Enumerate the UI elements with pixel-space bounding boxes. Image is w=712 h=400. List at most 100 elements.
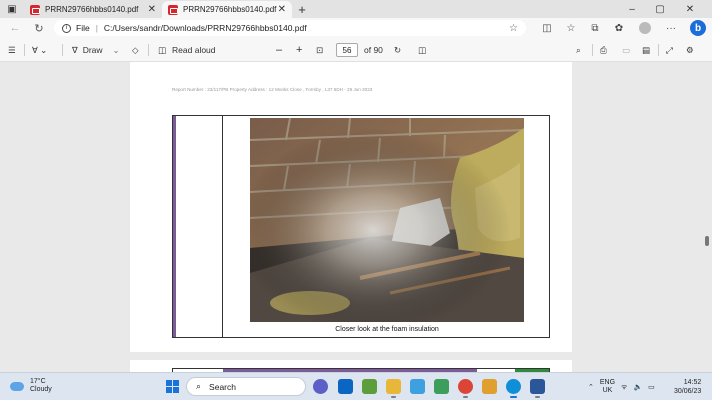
photo-image (250, 118, 524, 322)
url-text: C:/Users/sandr/Downloads/PRRN29766hbbs01… (103, 23, 307, 33)
chevron-down-icon[interactable]: ⌄ (113, 45, 120, 56)
photo-table: Closer look at the foam insulation (172, 115, 550, 338)
document-viewport[interactable]: Report Number : 23/117/PB Property Addre… (0, 62, 700, 372)
divider (592, 44, 593, 56)
read-aloud-label: Read aloud (172, 45, 216, 55)
windows-start-icon[interactable] (166, 380, 179, 393)
new-tab-button[interactable]: + (292, 0, 312, 18)
divider (148, 44, 149, 56)
maximize-button[interactable]: ▢ (646, 0, 674, 18)
draw-button[interactable]: ∇ Draw ⌄ (72, 43, 120, 57)
tab-label: PRRN29766hbbs0140.pdf (183, 5, 277, 14)
search-label: Search (209, 381, 236, 392)
refresh-icon[interactable]: ↻ (32, 21, 46, 35)
highlight-icon[interactable]: ∀ ⌄ (32, 43, 47, 57)
chevron-up-icon[interactable]: ⌃ (588, 383, 594, 391)
search-icon[interactable]: ⌕ (576, 43, 581, 57)
pdf-toolbar: ☰ ∀ ⌄ ∇ Draw ⌄ ◇ ◫ Read aloud – + ⊡ 56 o… (0, 38, 712, 62)
volume-icon[interactable]: 🔈 (633, 383, 642, 391)
back-arrow-icon[interactable]: ← (8, 21, 22, 35)
scheme-label: File (76, 23, 90, 33)
contents-icon[interactable]: ☰ (8, 43, 16, 57)
tab-strip: ▣ PRRN29766hbbs0140.pdf ✕ PRRN29766hbbs0… (0, 0, 712, 18)
zoom-in-button[interactable]: + (296, 43, 302, 57)
taskbar: 17°C Cloudy ⌕ Search ⌃ ENG UK ᯤ 🔈 ▭ 14:5… (0, 372, 712, 400)
profile-avatar[interactable] (639, 22, 651, 34)
tab-actions-icon[interactable]: ▣ (2, 0, 22, 18)
divider: | (95, 23, 98, 33)
favorites-icon[interactable]: ☆ (564, 21, 578, 35)
tab-pdf-1[interactable]: PRRN29766hbbs0140.pdf ✕ (24, 1, 162, 18)
save-icon[interactable]: ▭ (622, 43, 630, 57)
star-icon[interactable]: ☆ (509, 23, 518, 34)
tab-pdf-2[interactable]: PRRN29766hbbs0140.pdf ✕ (162, 1, 292, 18)
page-view-icon[interactable]: ◫ (418, 43, 426, 57)
lang-line1: ENG (599, 379, 616, 386)
info-icon: i (62, 23, 71, 33)
erase-icon[interactable]: ◇ (132, 43, 139, 57)
pdf-page-next (130, 360, 572, 372)
rotate-icon[interactable]: ↻ (394, 43, 401, 57)
app-icon[interactable] (410, 379, 425, 394)
app-icon[interactable] (482, 379, 497, 394)
page-total: of 90 (364, 45, 383, 55)
system-tray: ⌃ ENG UK ᯤ 🔈 ▭ (588, 379, 655, 395)
page-number-input[interactable]: 56 (336, 43, 358, 57)
read-aloud-button[interactable]: ◫ Read aloud (158, 43, 216, 57)
url-input[interactable]: i File | C:/Users/sandr/Downloads/PRRN29… (54, 20, 526, 36)
settings-gear-icon[interactable]: ⚙ (686, 43, 694, 57)
reading-view-icon[interactable]: ◫ (540, 21, 554, 35)
clock[interactable]: 14:52 30/06/23 (674, 378, 701, 396)
clock-date: 30/06/23 (674, 388, 702, 395)
vertical-scrollbar[interactable] (700, 62, 712, 372)
fullscreen-icon[interactable]: ⤢ (666, 43, 673, 57)
minimize-button[interactable]: – (618, 0, 646, 18)
search-icon: ⌕ (196, 381, 202, 391)
divider (62, 44, 63, 56)
weather-temp: 17°C (30, 378, 46, 385)
close-icon[interactable]: ✕ (148, 4, 156, 15)
fit-page-icon[interactable]: ⊡ (316, 43, 323, 57)
edge-icon[interactable] (506, 379, 521, 398)
more-options-icon[interactable]: ··· (664, 21, 678, 35)
extensions-icon[interactable]: ✿ (612, 21, 626, 35)
save-as-icon[interactable]: ▤ (642, 43, 650, 57)
language-indicator[interactable]: ENG UK (600, 379, 615, 395)
read-aloud-icon: ◫ (158, 44, 167, 55)
draw-icon: ∇ (72, 44, 78, 55)
zoom-out-button[interactable]: – (276, 43, 282, 57)
accent-bar (173, 116, 176, 337)
print-icon[interactable]: ⎙ (600, 43, 607, 57)
scrollbar-thumb[interactable] (705, 236, 709, 246)
column-divider (222, 116, 223, 337)
address-bar: ← ↻ i File | C:/Users/sandr/Downloads/PR… (0, 18, 712, 38)
pdf-icon (30, 4, 40, 15)
divider (24, 44, 25, 56)
close-window-button[interactable]: ✕ (676, 0, 704, 18)
file-explorer-icon[interactable] (386, 379, 401, 398)
clock-time: 14:52 (683, 379, 702, 386)
chrome-icon[interactable] (458, 379, 473, 398)
insulation-photo (250, 118, 524, 322)
outlook-app-icon[interactable] (338, 379, 353, 394)
word-icon[interactable] (530, 379, 545, 398)
divider (658, 44, 659, 56)
tab-label: PRRN29766hbbs0140.pdf (45, 5, 139, 14)
store-app-icon[interactable] (362, 379, 377, 394)
weather-widget[interactable]: 17°C Cloudy (10, 378, 52, 394)
pdf-page: Report Number : 23/117/PB Property Addre… (130, 62, 572, 352)
bing-chat-icon[interactable]: b (690, 20, 706, 36)
cloud-icon (10, 381, 24, 391)
battery-icon[interactable]: ▭ (648, 383, 655, 391)
draw-label: Draw (82, 45, 103, 55)
lang-line2: UK (602, 387, 613, 394)
pdf-icon (168, 4, 178, 15)
chat-app-icon[interactable] (313, 379, 328, 394)
weather-desc: Cloudy (30, 386, 52, 393)
wifi-icon[interactable]: ᯤ (621, 383, 627, 392)
photo-caption: Closer look at the foam insulation (335, 326, 439, 333)
collections-icon[interactable]: ⧉ (588, 21, 602, 35)
close-icon[interactable]: ✕ (278, 4, 286, 15)
taskbar-search[interactable]: ⌕ Search (186, 377, 306, 396)
app-icon[interactable] (434, 379, 449, 394)
